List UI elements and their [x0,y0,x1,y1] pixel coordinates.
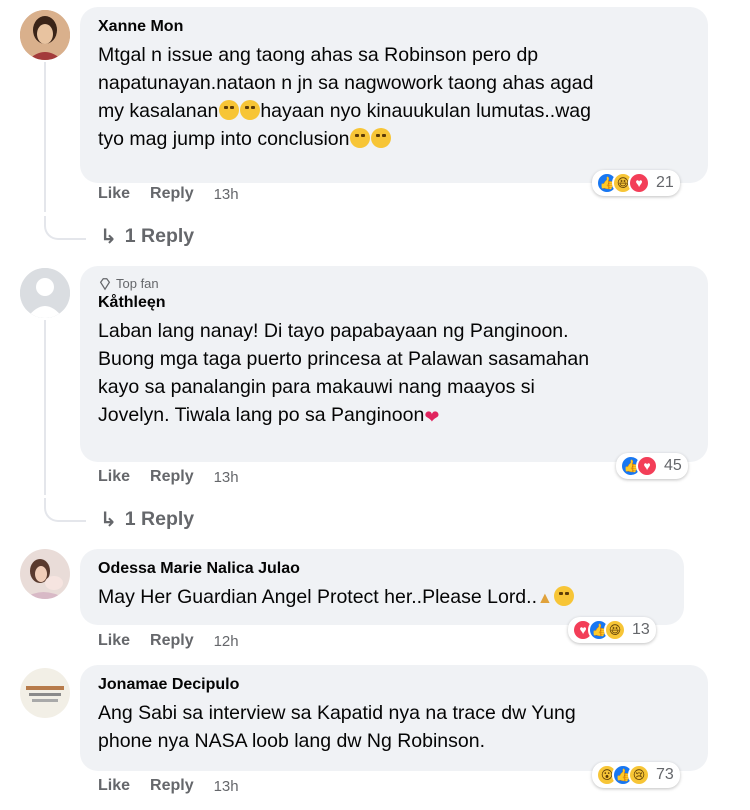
comment-author[interactable]: Odessa Marie Nalica Julao [98,559,668,579]
reaction-count: 13 [632,621,650,638]
avatar[interactable] [20,10,70,60]
reaction-summary[interactable]: ♥ 👍 😆 13 [568,617,656,643]
top-fan-badge: Top fan [98,276,692,291]
like-button[interactable]: Like [98,777,130,795]
haha-reaction-icon: 😆 [604,619,626,641]
diamond-icon [99,277,111,290]
avatar[interactable] [20,549,70,599]
reaction-count: 45 [664,457,682,474]
comment-text-line: phone nya NASA loob lang dw Ng Robinson. [98,730,486,752]
replies-label: 1 Reply [124,225,195,247]
sad-reaction-icon: 😢 [628,764,650,786]
crying-emoji-icon [553,586,574,606]
avatar-photo-icon [20,549,70,599]
comment-text-line: kayo sa panalangin para makauwi nang maa… [98,376,535,398]
love-reaction-icon: ♥ [628,172,650,194]
reply-arrow-icon: ↳ [100,226,117,248]
comment-actions: Like Reply 12h [98,632,239,650]
replies-label: 1 Reply [124,508,195,530]
view-replies-link[interactable]: ↳ 1 Reply [100,224,194,249]
top-fan-label: Top fan [116,276,159,291]
thread-line-1 [44,62,46,212]
view-replies-link[interactable]: ↳ 1 Reply [100,507,194,532]
reaction-summary[interactable]: 👍 😆 ♥ 21 [592,170,680,196]
reaction-summary[interactable]: 😮 👍 😢 73 [592,762,680,788]
comment-bubble: Odessa Marie Nalica Julao May Her Guardi… [80,549,684,625]
comment-text-line: Laban lang nanay! Di tayo papabayaan ng … [98,320,569,342]
comment-bubble: Top fan Kåthleęn Laban lang nanay! Di ta… [80,266,708,462]
comment-text-line: Buong mga taga puerto princesa at Palawa… [98,348,590,370]
love-reaction-icon: ♥ [636,455,658,477]
weary-emoji-icon [219,100,240,120]
comment-bubble: Jonamae Decipulo Ang Sabi sa interview s… [80,665,708,771]
comment-text-line: napatunayan.nataon n jn sa nagwowork tao… [98,72,594,94]
comment-text: Mtgal n issue ang taong ahas sa Robinson… [98,41,692,153]
reaction-summary[interactable]: 👍 ♥ 45 [616,453,688,479]
reply-button[interactable]: Reply [150,632,194,650]
like-button[interactable]: Like [98,468,130,486]
reaction-count: 21 [656,174,674,191]
weary-emoji-icon [350,128,371,148]
comment-bubble: Xanne Mon Mtgal n issue ang taong ahas s… [80,7,708,183]
comment-actions: Like Reply 13h [98,777,239,795]
like-button[interactable]: Like [98,632,130,650]
comment-text-line: Jovelyn. Tiwala lang po sa Panginoon [98,404,425,426]
thread-curve-1 [44,216,86,240]
folded-hands-emoji-icon: ▲ [537,590,553,607]
timestamp[interactable]: 13h [214,186,239,203]
comment-text-line: tyo mag jump into conclusion [98,128,350,150]
reply-arrow-icon: ↳ [100,509,117,531]
comment-text: Laban lang nanay! Di tayo papabayaan ng … [98,317,692,431]
avatar[interactable] [20,668,70,718]
timestamp[interactable]: 13h [214,469,239,486]
comment-author[interactable]: Jonamae Decipulo [98,675,692,695]
timestamp[interactable]: 12h [214,633,239,650]
comment-text-line: my kasalanan [98,100,219,122]
comment-text-line: Ang Sabi sa interview sa Kapatid nya na … [98,702,576,724]
comment-text-line: Mtgal n issue ang taong ahas sa Robinson… [98,44,539,66]
avatar-logo-icon [20,668,70,718]
comment-actions: Like Reply 13h [98,468,239,486]
comment-text-line: May Her Guardian Angel Protect her..Plea… [98,586,537,608]
reply-button[interactable]: Reply [150,468,194,486]
timestamp[interactable]: 13h [214,778,239,795]
thread-line-2 [44,320,46,495]
avatar[interactable] [20,268,70,318]
reply-button[interactable]: Reply [150,185,194,203]
like-button[interactable]: Like [98,185,130,203]
comment-text-line: hayaan nyo kinauukulan lumutas..wag [260,100,591,122]
reaction-count: 73 [656,766,674,783]
weary-emoji-icon [371,128,392,148]
comment-actions: Like Reply 13h [98,185,239,203]
weary-emoji-icon [240,100,261,120]
comment-author[interactable]: Kåthleęn [98,293,692,313]
thread-curve-2 [44,498,86,522]
comment-text: Ang Sabi sa interview sa Kapatid nya na … [98,699,692,755]
comment-author[interactable]: Xanne Mon [98,17,692,37]
comment-text: May Her Guardian Angel Protect her..Plea… [98,583,668,613]
avatar-photo-icon [20,10,70,60]
default-avatar-icon [20,268,70,318]
reply-button[interactable]: Reply [150,777,194,795]
red-heart-emoji-icon: ❤ [424,407,440,427]
